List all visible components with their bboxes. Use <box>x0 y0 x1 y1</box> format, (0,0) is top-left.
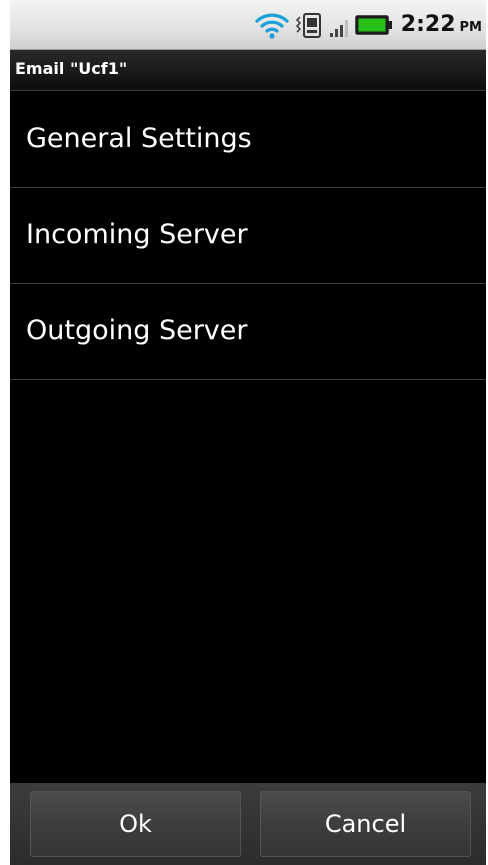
settings-list: General Settings Incoming Server Outgoin… <box>10 92 486 380</box>
device-screen: 2:22 PM Email "Ucf1" General Settings In… <box>10 0 486 865</box>
ok-button[interactable]: Ok <box>30 791 241 857</box>
clock: 2:22 PM <box>401 12 482 37</box>
wifi-icon <box>255 10 289 40</box>
clock-time: 2:22 <box>400 12 456 37</box>
battery-icon <box>355 10 393 40</box>
title-bar: Email "Ucf1" <box>10 50 486 91</box>
page-title: Email "Ucf1" <box>15 59 128 78</box>
cancel-button[interactable]: Cancel <box>260 791 471 857</box>
list-item-label: Outgoing Server <box>26 315 248 346</box>
status-bar: 2:22 PM <box>10 0 486 50</box>
signal-icon <box>329 10 349 40</box>
vibrate-icon <box>295 10 323 40</box>
list-item-incoming-server[interactable]: Incoming Server <box>10 188 486 284</box>
list-item-general-settings[interactable]: General Settings <box>10 92 486 188</box>
button-bar: Ok Cancel <box>10 783 486 865</box>
list-item-outgoing-server[interactable]: Outgoing Server <box>10 284 486 380</box>
status-icons: 2:22 PM <box>255 0 482 49</box>
list-item-label: General Settings <box>26 123 252 154</box>
clock-ampm: PM <box>459 20 482 35</box>
list-item-label: Incoming Server <box>26 219 248 250</box>
